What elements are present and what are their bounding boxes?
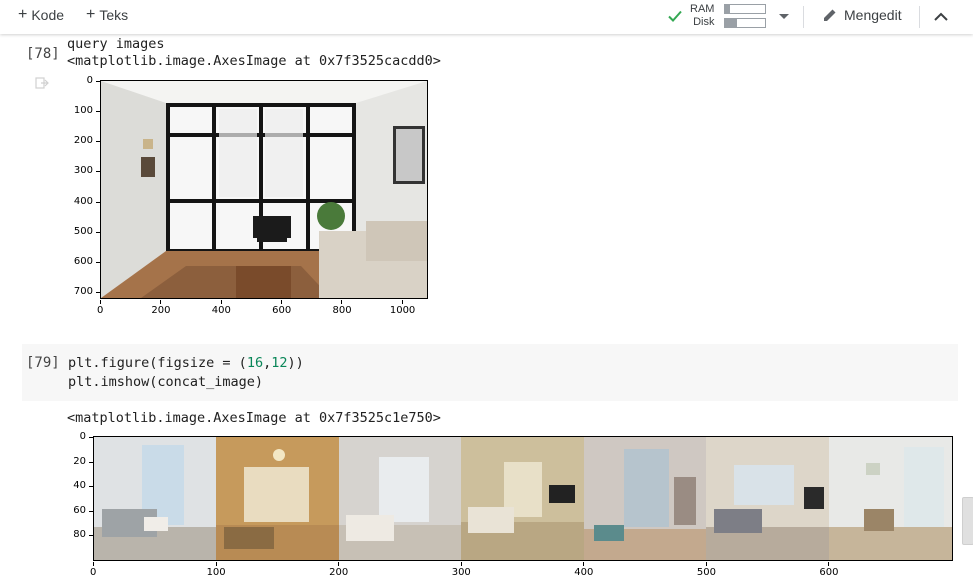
- y-tick: [96, 231, 100, 233]
- disk-usage-bar: [724, 18, 767, 28]
- cell-prompt: [79]: [26, 355, 60, 371]
- x-tick-label: 400: [211, 305, 231, 316]
- output-text: <matplotlib.image.AxesImage at 0x7f3525c…: [67, 53, 441, 69]
- ram-usage-bar: [724, 4, 767, 14]
- y-tick: [89, 510, 93, 512]
- x-tick: [160, 300, 162, 304]
- check-icon: [668, 10, 682, 22]
- y-tick-label: 20: [73, 455, 86, 467]
- x-tick: [338, 562, 340, 566]
- x-tick-label: 800: [332, 305, 352, 316]
- chevron-up-icon[interactable]: [933, 10, 949, 24]
- y-tick: [96, 141, 100, 143]
- divider: [803, 6, 804, 28]
- editing-label: Mengedit: [844, 7, 902, 23]
- x-tick: [705, 562, 707, 566]
- x-tick-label: 200: [151, 305, 171, 316]
- output-icon[interactable]: [35, 76, 49, 90]
- y-tick-label: 700: [73, 285, 93, 297]
- y-tick-label: 60: [73, 504, 86, 516]
- y-tick-label: 0: [86, 75, 93, 86]
- x-tick: [341, 300, 343, 304]
- x-tick-label: 1000: [389, 305, 416, 316]
- disk-label: Disk: [693, 16, 715, 28]
- add-code-button[interactable]: + Kode: [18, 6, 65, 24]
- x-tick-label: 0: [97, 305, 104, 316]
- x-tick-label: 600: [272, 305, 292, 316]
- y-tick: [89, 535, 93, 537]
- y-tick: [96, 261, 100, 263]
- add-text-label: Teks: [99, 7, 129, 23]
- y-tick-label: 500: [73, 225, 93, 237]
- concat-image-plot: [93, 436, 953, 561]
- x-tick-label: 300: [451, 567, 471, 578]
- plus-icon: +: [86, 6, 96, 23]
- x-tick-label: 500: [696, 567, 716, 578]
- y-tick-label: 300: [73, 165, 93, 177]
- y-tick: [96, 81, 100, 82]
- y-tick: [96, 171, 100, 173]
- pencil-icon: [824, 9, 836, 21]
- scrollbar-thumb[interactable]: [962, 497, 973, 545]
- x-tick-label: 200: [329, 567, 349, 578]
- y-tick-label: 0: [79, 431, 86, 442]
- x-tick-label: 100: [206, 567, 226, 578]
- resource-monitor[interactable]: RAM Disk: [666, 3, 767, 29]
- y-tick: [89, 437, 93, 438]
- y-tick-label: 40: [73, 480, 86, 492]
- plus-icon: +: [18, 6, 28, 23]
- x-tick: [100, 300, 101, 304]
- add-text-button[interactable]: + Teks: [86, 6, 129, 24]
- y-tick: [89, 486, 93, 488]
- chevron-down-icon[interactable]: [779, 14, 789, 19]
- x-tick-label: 400: [574, 567, 594, 578]
- ram-label: RAM: [690, 3, 715, 15]
- x-tick: [828, 562, 830, 566]
- query-image-plot: [100, 80, 428, 299]
- y-tick: [96, 201, 100, 203]
- x-tick: [460, 562, 462, 566]
- add-code-label: Kode: [31, 7, 65, 23]
- divider: [919, 6, 920, 28]
- y-tick-label: 200: [73, 135, 93, 147]
- y-tick-label: 80: [73, 529, 86, 541]
- y-tick: [96, 291, 100, 293]
- y-tick: [89, 461, 93, 463]
- cell-prompt: [78]: [26, 46, 60, 62]
- y-tick-label: 600: [73, 255, 93, 267]
- code-line[interactable]: query images: [67, 36, 165, 52]
- resource-labels: RAM Disk: [690, 3, 714, 29]
- editing-mode-button[interactable]: Mengedit: [822, 7, 902, 23]
- notebook-toolbar: + Kode + Teks RAM Disk Mengedit: [0, 0, 973, 34]
- x-tick: [583, 562, 585, 566]
- code-line[interactable]: plt.imshow(concat_image): [68, 374, 263, 390]
- x-tick-label: 0: [90, 567, 97, 578]
- code-line[interactable]: plt.figure(figsize = (16,12)): [68, 355, 304, 371]
- room-image: [101, 81, 427, 298]
- code-cell[interactable]: plt.figure(figsize = (16,12)) plt.imshow…: [22, 344, 958, 401]
- x-tick: [220, 300, 222, 304]
- x-tick-label: 600: [819, 567, 839, 578]
- x-tick: [401, 300, 403, 304]
- x-tick: [281, 300, 283, 304]
- x-tick: [215, 562, 217, 566]
- x-tick: [93, 562, 94, 566]
- y-tick: [96, 111, 100, 113]
- y-tick-label: 400: [73, 195, 93, 207]
- concat-rooms-image: [94, 437, 952, 560]
- y-tick-label: 100: [73, 105, 93, 117]
- output-text: <matplotlib.image.AxesImage at 0x7f3525c…: [67, 410, 441, 426]
